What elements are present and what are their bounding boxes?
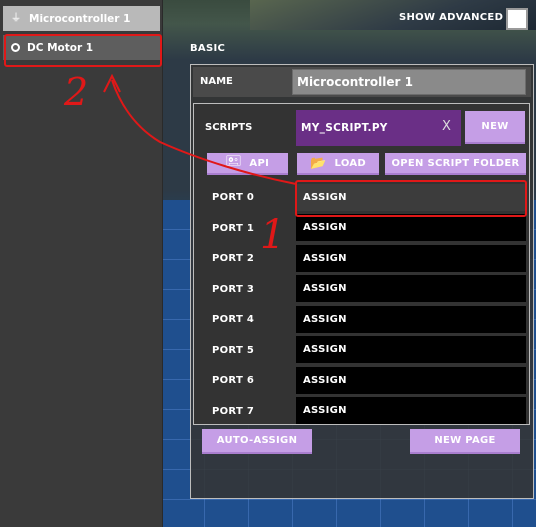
annotation-step-one: 1 (260, 212, 286, 258)
annotation-step-two: 2 (64, 70, 89, 114)
